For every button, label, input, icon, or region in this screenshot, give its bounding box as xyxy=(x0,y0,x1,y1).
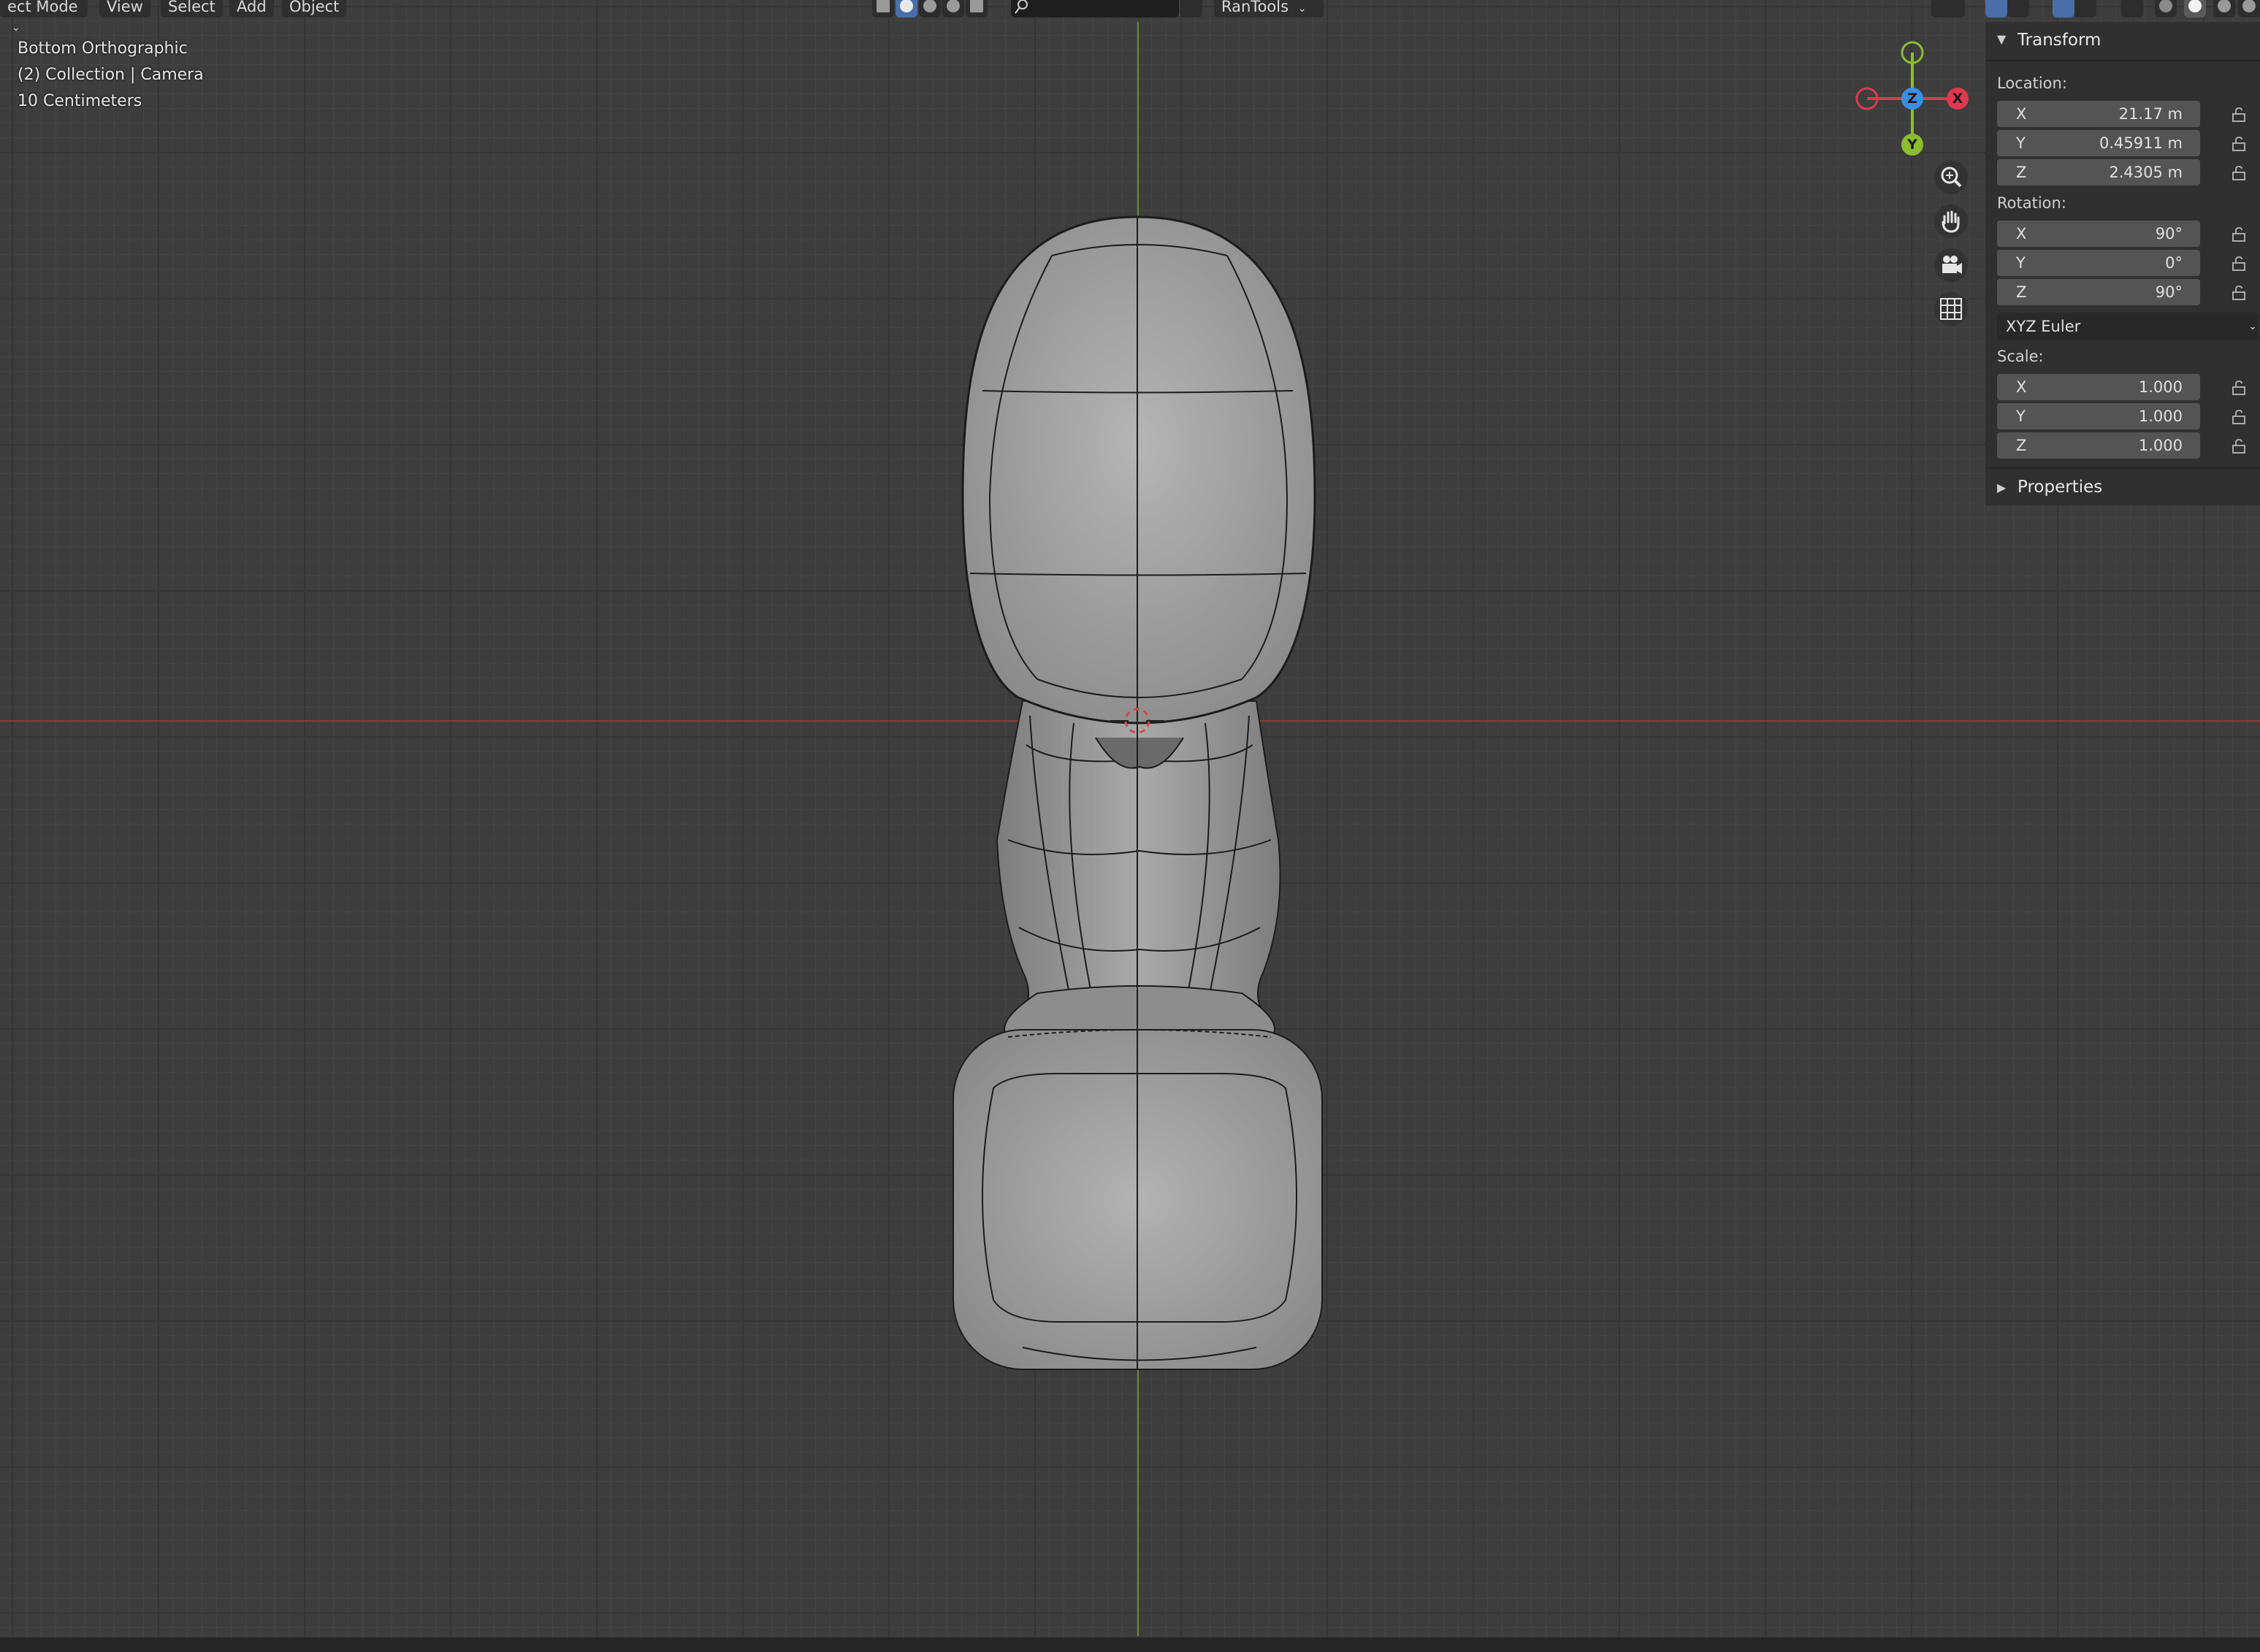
rotation-mode-dropdown[interactable]: XYZ Euler ⌄ xyxy=(1997,313,2259,340)
menu-select[interactable]: Select xyxy=(161,0,223,18)
status-bar xyxy=(0,1637,2260,1652)
field-value: 0° xyxy=(2165,254,2183,272)
lock-icon[interactable] xyxy=(2231,438,2247,454)
menu-object[interactable]: Object xyxy=(282,0,347,18)
location-y-field[interactable]: Y 0.45911 m xyxy=(1997,130,2200,156)
field-value: 90° xyxy=(2155,283,2183,301)
scale-x-field[interactable]: X 1.000 xyxy=(1997,374,2200,400)
lock-icon[interactable] xyxy=(2231,380,2247,396)
overlay-curve-icon[interactable] xyxy=(1180,0,1202,18)
lock-icon[interactable] xyxy=(2231,136,2247,152)
rotation-label: Rotation: xyxy=(1997,194,2066,212)
hand-pan-icon xyxy=(1942,210,1960,233)
lock-icon[interactable] xyxy=(2231,285,2247,301)
sidebar-n-panel: ▼ Transform Location: X 21.17 m Y 0.45911 … xyxy=(1985,22,2260,505)
axis-label: Y xyxy=(2016,408,2026,425)
navigation-gizmo[interactable]: Z X Y xyxy=(1855,37,1972,161)
menu-view[interactable]: View xyxy=(99,0,150,18)
view-name-label: Bottom Orthographic xyxy=(18,39,188,58)
camera-view-button[interactable] xyxy=(1934,248,1968,282)
zoom-button[interactable] xyxy=(1934,161,1968,194)
rotation-y-field[interactable]: Y 0° xyxy=(1997,250,2200,276)
rantools-dropdown[interactable]: RanTools ⌄ xyxy=(1214,0,1324,18)
field-value: 21.17 m xyxy=(2118,105,2183,123)
axis-label: Z xyxy=(2016,437,2027,454)
chevron-down-icon: ⌄ xyxy=(12,22,20,34)
axis-label: X xyxy=(2016,105,2027,123)
transform-panel-title[interactable]: Transform xyxy=(2017,31,2101,50)
lock-icon[interactable] xyxy=(2231,226,2247,242)
lock-icon[interactable] xyxy=(2231,409,2247,425)
rantools-label: RanTools xyxy=(1221,0,1289,15)
rotation-z-field[interactable]: Z 90° xyxy=(1997,279,2200,305)
grid-icon xyxy=(1940,298,1962,320)
location-label: Location: xyxy=(1997,74,2067,92)
field-value: 2.4305 m xyxy=(2109,164,2183,181)
field-value: 90° xyxy=(2155,225,2183,242)
collapse-triangle-icon[interactable]: ▼ xyxy=(1997,32,2006,46)
axis-label: Z xyxy=(2016,283,2027,301)
rotation-x-field[interactable]: X 90° xyxy=(1997,221,2200,247)
field-value: 0.45911 m xyxy=(2099,134,2183,152)
lock-icon[interactable] xyxy=(2231,256,2247,272)
location-z-field[interactable]: Z 2.4305 m xyxy=(1997,159,2200,186)
chevron-down-icon[interactable] xyxy=(2007,0,2029,18)
material-shading-icon[interactable] xyxy=(2213,0,2235,18)
solid-object-icon[interactable] xyxy=(872,0,894,18)
lock-icon[interactable] xyxy=(2231,107,2247,123)
panel-divider xyxy=(1985,467,2260,469)
xray-toggle-icon[interactable] xyxy=(2121,0,2143,18)
print-icon[interactable] xyxy=(966,0,988,18)
sphere-material-icon[interactable] xyxy=(919,0,941,18)
zoom-icon xyxy=(1941,167,1962,188)
scale-y-field[interactable]: Y 1.000 xyxy=(1997,403,2200,429)
model-mesh[interactable] xyxy=(0,0,2260,1652)
axis-label: X xyxy=(2016,225,2027,242)
collection-info-label: (2) Collection | Camera xyxy=(18,66,204,84)
head-mesh xyxy=(961,215,1316,724)
3d-viewport[interactable]: Bottom Orthographic (2) Collection | Cam… xyxy=(0,0,2260,1652)
mode-dropdown[interactable]: ect Mode ⌄ xyxy=(0,0,88,34)
menu-add[interactable]: Add xyxy=(229,0,274,18)
ortho-toggle-button[interactable] xyxy=(1934,292,1968,326)
rotation-mode-label: XYZ Euler xyxy=(2006,318,2081,335)
gizmo-x-axis[interactable]: X xyxy=(1947,88,1969,110)
chevron-down-icon: ⌄ xyxy=(1297,3,1307,15)
viewport-header: ect Mode ⌄ View Select Add Object RanToo… xyxy=(0,0,2260,34)
field-value: 1.000 xyxy=(2138,378,2183,396)
pan-button[interactable] xyxy=(1934,204,1968,238)
panel-divider xyxy=(1985,60,2260,61)
location-x-field[interactable]: X 21.17 m xyxy=(1997,101,2200,127)
axis-label: Z xyxy=(2016,164,2027,181)
visibility-icon[interactable] xyxy=(1931,0,1965,18)
mode-label: ect Mode xyxy=(7,0,78,15)
field-value: 1.000 xyxy=(2138,408,2183,425)
solid-shading-icon[interactable] xyxy=(2184,0,2206,18)
sphere-render-icon[interactable] xyxy=(942,0,964,18)
scale-label: Scale: xyxy=(1997,348,2044,365)
wireframe-shading-icon[interactable] xyxy=(2155,0,2177,18)
search-input[interactable] xyxy=(1011,0,1179,18)
lock-icon[interactable] xyxy=(2231,165,2247,181)
gizmo-toggle-icon[interactable] xyxy=(1985,0,2007,18)
properties-panel-title[interactable]: Properties xyxy=(2017,478,2102,497)
expand-triangle-icon[interactable]: ▶ xyxy=(1997,481,2006,494)
field-value: 1.000 xyxy=(2138,437,2183,454)
scale-z-field[interactable]: Z 1.000 xyxy=(1997,432,2200,459)
axis-label: X xyxy=(2016,378,2027,396)
rendered-shading-icon[interactable] xyxy=(2238,0,2260,18)
axis-label: Y xyxy=(2016,254,2026,272)
camera-icon xyxy=(1942,256,1962,274)
gizmo-z-axis[interactable]: Z xyxy=(1901,88,1923,110)
chevron-down-icon: ⌄ xyxy=(2248,321,2257,332)
grid-scale-label: 10 Centimeters xyxy=(18,92,142,110)
neck-mesh xyxy=(996,700,1281,1023)
axis-label: Y xyxy=(2016,134,2026,152)
chevron-down-icon[interactable] xyxy=(2074,0,2096,18)
search-icon xyxy=(1015,0,1028,14)
overlays-toggle-icon[interactable] xyxy=(2053,0,2074,18)
sphere-active-icon[interactable] xyxy=(896,0,917,18)
gizmo-y-axis[interactable]: Y xyxy=(1901,134,1923,156)
